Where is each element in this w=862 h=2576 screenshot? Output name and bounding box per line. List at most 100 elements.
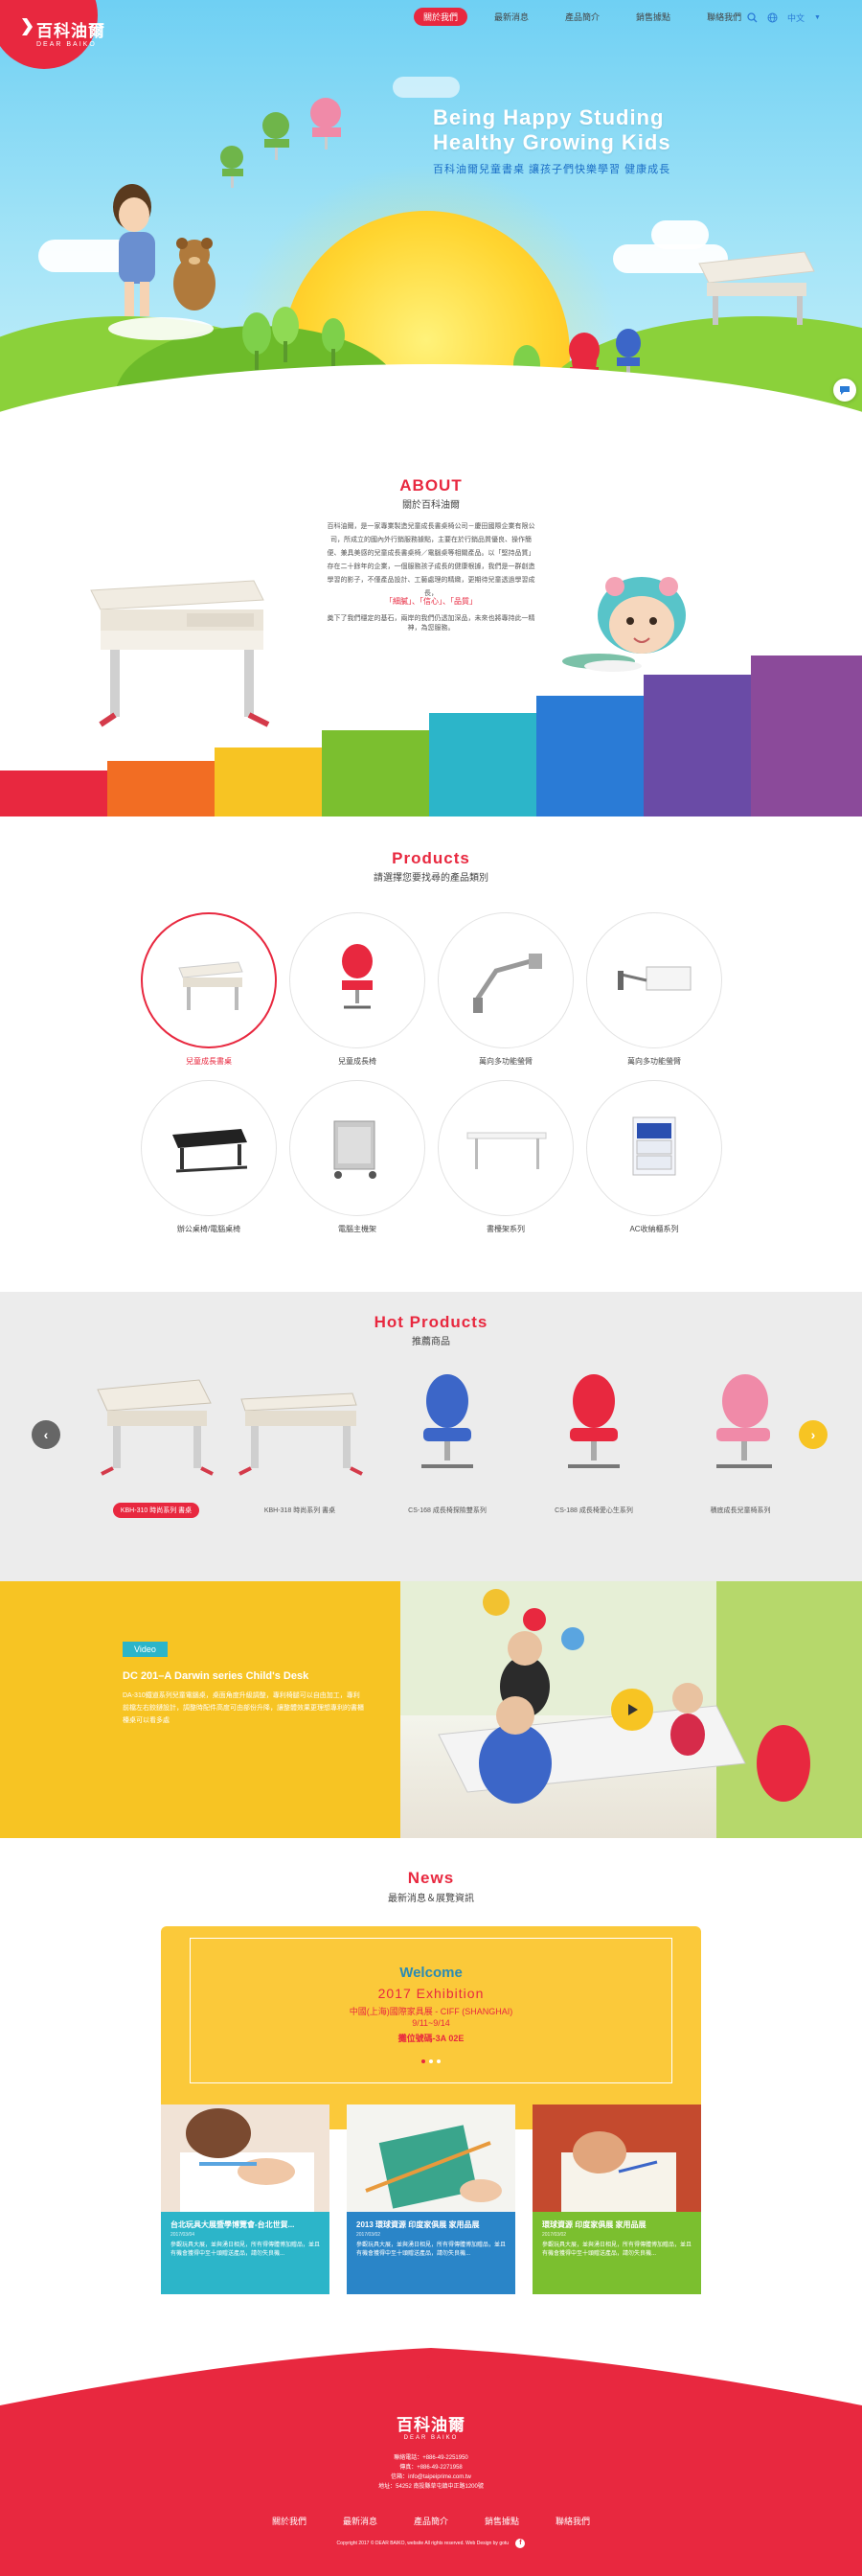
main-nav: 關於我們 最新消息 產品簡介 銷售據點 聯絡我們: [414, 8, 751, 26]
exhibition-banner[interactable]: Welcome 2017 Exhibition 中國(上海)國際家具展 - CI…: [161, 1926, 701, 2129]
product-label: 辦公桌椅/電腦桌椅: [176, 1225, 241, 1233]
news-card[interactable]: 2013 環球資源 印度家俱展 家用品展 2017/03/02 參觀玩具大展，並…: [347, 2104, 515, 2294]
footer-nav-contact[interactable]: 聯絡我們: [556, 2515, 590, 2527]
carousel-prev-button[interactable]: ‹: [32, 1420, 60, 1449]
globe-icon: [767, 12, 778, 23]
desk-image: [178, 961, 243, 1010]
hero-title: Being Happy Studing Healthy Growing Kids: [433, 105, 671, 154]
pager-dot[interactable]: [421, 2059, 425, 2063]
logo-mark-icon: [22, 18, 33, 35]
hot-product-item[interactable]: CS-168 成長椅探險雙系列: [375, 1370, 519, 1518]
chair-image: [421, 1374, 473, 1468]
hot-product-label: KBH-310 時尚系列 書桌: [112, 1503, 200, 1518]
news-card-date: 2017/03/02: [356, 2232, 381, 2238]
logo[interactable]: 百科油爾 DEAR BAIKO: [36, 17, 105, 48]
product-category-item[interactable]: 兒童成長書桌: [139, 912, 279, 1067]
copyright-text: Copyright 2017 © DEAR BAIKO, website All…: [336, 2541, 510, 2546]
nav-item-stores[interactable]: 銷售據點: [626, 8, 680, 26]
product-thumb: [141, 1080, 277, 1216]
chevron-down-icon[interactable]: ▼: [814, 14, 821, 21]
child-drawing-photo: [533, 2104, 701, 2212]
color-stairs: [0, 632, 862, 816]
desk-image: [238, 1392, 363, 1476]
stair-step: [751, 656, 862, 816]
stair-step: [107, 761, 215, 816]
hot-product-item[interactable]: KBH-310 時尚系列 書桌: [84, 1370, 228, 1518]
footer-nav-stores[interactable]: 銷售據點: [485, 2515, 519, 2527]
cpu-stand-image: [333, 1120, 376, 1179]
product-label: 萬向多功能螢臂: [479, 1057, 533, 1066]
about-subtitle: 關於百科油爾: [402, 500, 460, 511]
desk-image: [97, 1379, 214, 1476]
product-label: 兒童成長書桌: [186, 1057, 232, 1066]
pager-dot[interactable]: [429, 2059, 433, 2063]
cabinet-image: [632, 1116, 676, 1176]
chat-button[interactable]: [833, 379, 856, 402]
nav-item-about[interactable]: 關於我們: [414, 8, 468, 26]
footer-address: 地址：54252 南投縣草屯鎮中正路1200號: [378, 2484, 484, 2490]
footer-phone: 聯絡電話：+886-49-2251950: [394, 2455, 468, 2461]
table-image: [466, 1132, 547, 1169]
news-card-image: [533, 2104, 701, 2212]
about-keywords: 「細膩」、「信心」、「品質」: [385, 597, 477, 606]
news-card[interactable]: 台北玩具大展暨學博覽會-台北世貿... 2017/03/04 參觀玩具大展，並與…: [161, 2104, 329, 2294]
product-category-item[interactable]: AC收納櫃系列: [584, 1080, 724, 1234]
child-writing-photo: [161, 2104, 329, 2212]
hot-product-label: CS-188 成長椅愛心生系列: [555, 1507, 633, 1514]
product-category-item[interactable]: 萬向多功能螢臂: [436, 912, 576, 1067]
news-card-date: 2017/03/02: [542, 2232, 567, 2238]
footer-nav-news[interactable]: 最新消息: [343, 2515, 377, 2527]
chair-illustration: [262, 112, 289, 160]
banner-city: 中國(上海)國際家具展 - CIFF (SHANGHAI): [349, 2007, 513, 2016]
footer-email[interactable]: 信箱：info@taipeiprime.com.tw: [0, 2472, 862, 2482]
play-button[interactable]: [611, 1689, 653, 1731]
footer-logo[interactable]: 百科油爾 DEAR BAIKO: [388, 2411, 474, 2441]
video-tag: Video: [123, 1642, 168, 1657]
product-category-item[interactable]: 書檯架系列: [436, 1080, 576, 1234]
search-icon[interactable]: [747, 12, 758, 23]
pager-dot[interactable]: [437, 2059, 441, 2063]
nav-item-products[interactable]: 產品簡介: [556, 8, 609, 26]
banner-date: 9/11~9/14: [412, 2018, 450, 2028]
facebook-icon[interactable]: f: [515, 2539, 526, 2548]
laptop-arm-image: [618, 966, 692, 991]
nav-item-news[interactable]: 最新消息: [485, 8, 538, 26]
product-category-item[interactable]: 辦公桌椅/電腦桌椅: [139, 1080, 279, 1234]
product-thumb: [289, 1080, 425, 1216]
products-title: Products: [392, 849, 470, 867]
stair-step: [644, 675, 751, 816]
language-select[interactable]: 中文: [787, 12, 805, 24]
product-thumb: [141, 912, 277, 1048]
product-category-item[interactable]: 萬向多功能螢臂: [584, 912, 724, 1067]
footer-nav-products[interactable]: 產品簡介: [414, 2515, 448, 2527]
hot-product-item[interactable]: CS-188 成長椅愛心生系列: [522, 1370, 666, 1518]
product-category-item[interactable]: 兒童成長椅: [287, 912, 427, 1067]
hero-subtitle: 百科油爾兒童書桌 讓孩子們快樂學習 健康成長: [433, 164, 671, 175]
news-card[interactable]: 環球資源 印度家俱展 家用品展 2017/03/02 參觀玩具大展，並與湧日相見…: [533, 2104, 701, 2294]
play-icon: [628, 1704, 638, 1715]
cloud: [393, 77, 460, 98]
stair-step: [0, 770, 63, 816]
chair-illustration: [310, 98, 341, 150]
chat-icon: [840, 386, 850, 395]
product-category-item[interactable]: 電腦主機架: [287, 1080, 427, 1234]
trees-illustration: [242, 307, 345, 370]
product-label: AC收納櫃系列: [629, 1225, 679, 1233]
hero-banner: Being Happy Studing Healthy Growing Kids…: [0, 0, 862, 450]
stair-step: [429, 713, 536, 816]
about-title: ABOUT: [399, 476, 463, 494]
news-card-date: 2017/03/04: [170, 2232, 195, 2238]
stair-step: [536, 696, 644, 816]
news-card-body: 2013 環球資源 印度家俱展 家用品展 2017/03/02 參觀玩具大展，並…: [347, 2212, 515, 2294]
hot-product-item[interactable]: KBH-318 時尚系列 書桌: [228, 1370, 372, 1518]
desk-illustration: [698, 251, 815, 325]
child-with-teddy-illustration: [108, 184, 216, 340]
hot-product-item[interactable]: 積底成長兒童椅系列: [669, 1370, 812, 1518]
news-card-text: 參觀玩具大展，並與湧日相見，所有得傳體博加贈品，並且有機會獲得中至十頭贈送產品，…: [542, 2242, 692, 2257]
chair-image: [716, 1374, 772, 1468]
back-to-top-icon[interactable]: ↑: [424, 2371, 432, 2388]
products-subtitle: 請選擇您要找尋的產品類別: [374, 873, 488, 884]
footer-nav-about[interactable]: 關於我們: [272, 2515, 306, 2527]
nav-item-contact[interactable]: 聯絡我們: [697, 8, 751, 26]
news-card-title: 環球資源 印度家俱展 家用品展: [542, 2220, 646, 2229]
